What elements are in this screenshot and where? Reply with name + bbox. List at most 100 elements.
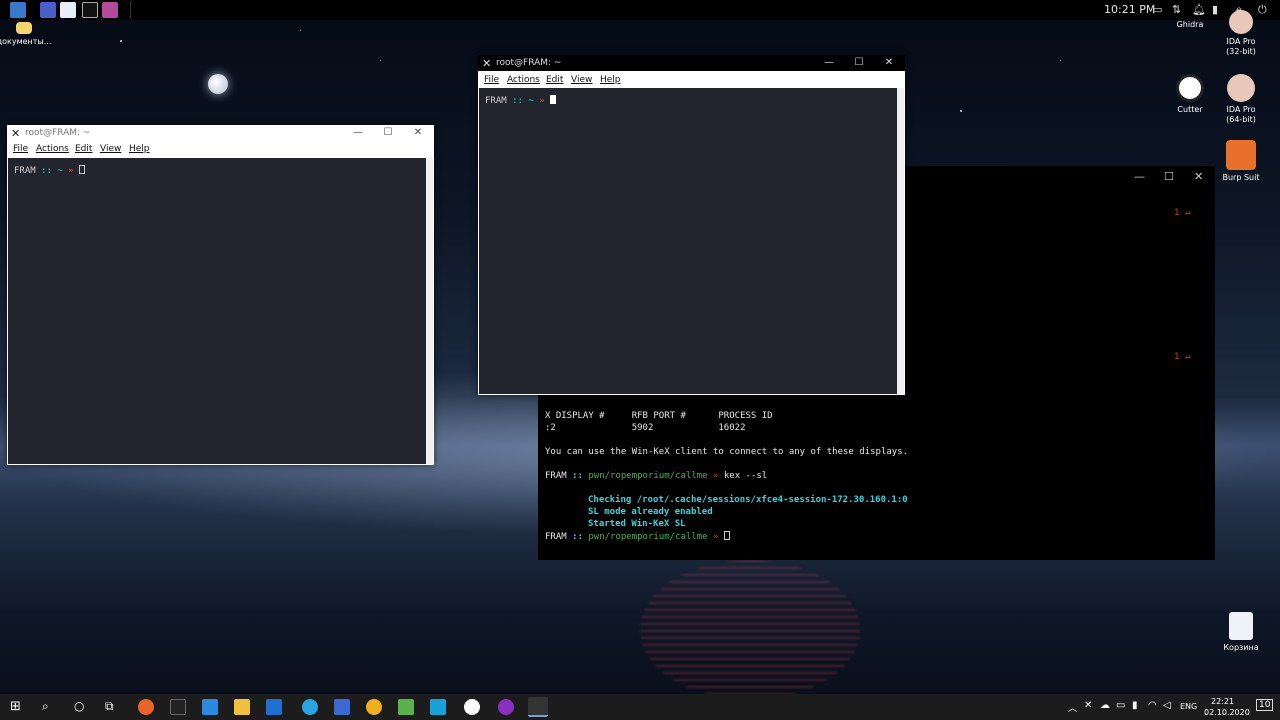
taskbar-clock[interactable]: 22:21 xyxy=(1211,697,1234,706)
x-app-icon: ✕ xyxy=(482,57,492,70)
notification-center-button[interactable]: 10 xyxy=(1256,699,1274,711)
menu-file[interactable]: File xyxy=(484,75,499,85)
terminal-icon[interactable] xyxy=(82,2,98,18)
menu-edit[interactable]: Edit xyxy=(546,75,563,85)
wifi-icon[interactable]: ◠ xyxy=(1148,700,1157,711)
prompt-host: FRAM xyxy=(14,166,36,176)
save-icon[interactable] xyxy=(334,699,350,715)
terminal-area[interactable]: FRAM :: ~ » xyxy=(8,158,426,464)
app-icon[interactable] xyxy=(430,699,446,715)
task-view-icon[interactable]: ⧉ xyxy=(105,699,114,714)
menu-help[interactable]: Help xyxy=(600,75,621,85)
browser-icon[interactable] xyxy=(102,2,118,18)
star xyxy=(300,30,301,31)
burp-desktop-icon[interactable]: Burp Suit xyxy=(1211,140,1271,183)
x-tray-icon[interactable]: ✕ xyxy=(1084,700,1092,711)
menu-actions[interactable]: Actions xyxy=(36,144,69,154)
star xyxy=(1060,60,1061,61)
prompt-arrow: » xyxy=(713,532,719,542)
menu-help[interactable]: Help xyxy=(129,144,150,154)
star xyxy=(380,60,381,61)
prompt-line: FRAM :: ~ » xyxy=(485,95,557,106)
minimize-button[interactable]: — xyxy=(351,126,365,140)
cutter-icon xyxy=(1176,74,1204,102)
app-icon[interactable] xyxy=(366,699,382,715)
file-explorer-icon[interactable] xyxy=(234,699,250,715)
menu-view[interactable]: View xyxy=(571,75,592,85)
menu-bar: File Actions Edit View Help xyxy=(478,72,905,88)
maximize-button[interactable]: ☐ xyxy=(852,56,866,70)
battery-icon[interactable]: ▮ xyxy=(1132,700,1138,711)
menu-edit[interactable]: Edit xyxy=(75,144,92,154)
menu-actions[interactable]: Actions xyxy=(507,75,540,85)
desktop-icon-label: (32-bit) xyxy=(1226,47,1256,56)
prompt-arrow: » xyxy=(68,166,74,176)
tor-icon[interactable] xyxy=(498,699,514,715)
cursor xyxy=(550,95,557,104)
chevron-up-icon[interactable]: ︿ xyxy=(1068,701,1077,714)
prompt-dir: pwn/ropemporium/callme xyxy=(588,471,708,481)
prompt-separator: :: xyxy=(572,471,583,481)
prompt-line[interactable]: FRAM :: pwn/ropemporium/callme » xyxy=(545,531,730,542)
recycle-bin-desktop-icon[interactable]: Корзина xyxy=(1211,612,1271,653)
cortana-icon[interactable]: ○ xyxy=(74,699,84,713)
workspace-icon[interactable] xyxy=(40,2,56,18)
scrollbar[interactable] xyxy=(897,88,904,394)
windows-start-icon[interactable]: ⊞ xyxy=(10,699,21,714)
menu-file[interactable]: File xyxy=(13,144,28,154)
minimize-button[interactable]: — xyxy=(822,56,836,70)
desktop-icon-label: Burp Suit xyxy=(1222,173,1260,182)
maximize-button[interactable]: ☐ xyxy=(381,126,395,140)
yandex-icon[interactable] xyxy=(464,699,480,715)
close-button[interactable]: ✕ xyxy=(882,56,896,70)
water-reflection xyxy=(640,560,860,700)
title-bar[interactable]: ✕ root@FRAM: ~ — ☐ ✕ xyxy=(7,125,434,141)
command-text: kex --sl xyxy=(723,471,768,481)
menu-view[interactable]: View xyxy=(100,144,121,154)
prompt-host: FRAM xyxy=(545,471,567,481)
search-icon[interactable]: ⌕ xyxy=(42,699,49,714)
ida64-desktop-icon[interactable]: IDA Pro (64-bit) xyxy=(1211,74,1271,125)
cloud-icon[interactable]: ☁ xyxy=(1100,700,1110,711)
close-button[interactable]: ✕ xyxy=(411,126,425,140)
screen-icon[interactable]: ▭ xyxy=(1152,3,1162,16)
output-line: Checking /root/.cache/sessions/xfce4-ses… xyxy=(588,495,908,505)
desktop-icon-label: документы... xyxy=(0,37,52,46)
files-icon[interactable] xyxy=(60,2,76,18)
table-row: :2 5902 16022 xyxy=(545,423,746,433)
minimize-button[interactable]: — xyxy=(1134,170,1145,183)
firefox-icon[interactable] xyxy=(138,699,154,715)
notepad-icon[interactable] xyxy=(398,699,414,715)
volume-icon[interactable]: ◁ xyxy=(1163,700,1171,711)
prompt-host: FRAM xyxy=(485,96,507,106)
title-bar[interactable]: ✕ root@FRAM: ~ — ☐ ✕ xyxy=(478,55,905,71)
kali-menu-icon[interactable] xyxy=(10,2,26,18)
task-button[interactable] xyxy=(130,0,165,20)
prompt-separator: :: xyxy=(41,166,52,176)
maximize-button[interactable]: ☐ xyxy=(1164,170,1174,183)
terminal-window-center[interactable]: ✕ root@FRAM: ~ — ☐ ✕ File Actions Edit V… xyxy=(478,55,905,395)
display-icon[interactable]: ▭ xyxy=(1116,700,1125,711)
terminal-icon[interactable] xyxy=(170,699,186,715)
documents-desktop-icon[interactable]: документы... xyxy=(0,22,54,47)
terminal-area[interactable]: FRAM :: ~ » xyxy=(479,88,897,394)
close-button[interactable]: ✕ xyxy=(1194,170,1203,183)
desktop-icon-label: IDA Pro xyxy=(1226,105,1256,114)
star xyxy=(120,40,122,42)
terminal-window-left[interactable]: ✕ root@FRAM: ~ — ☐ ✕ File Actions Edit V… xyxy=(7,125,434,465)
cursor xyxy=(79,165,86,174)
vscode-icon[interactable] xyxy=(202,699,218,715)
taskbar-date[interactable]: 02.10.2020 xyxy=(1204,708,1250,717)
prompt-host: FRAM xyxy=(545,532,567,542)
scrollbar[interactable] xyxy=(426,158,433,464)
network-icon[interactable]: ⇅ xyxy=(1172,3,1181,16)
prompt-dir: pwn/ropemporium/callme xyxy=(588,532,708,542)
mail-icon[interactable] xyxy=(266,699,282,715)
prompt-dir: ~ xyxy=(57,166,63,176)
telegram-icon[interactable] xyxy=(302,699,318,715)
bell-icon[interactable]: 🔔︎ xyxy=(1192,3,1206,16)
folder-icon xyxy=(16,22,32,34)
language-indicator[interactable]: ENG xyxy=(1180,702,1197,711)
x-server-icon[interactable] xyxy=(528,697,548,717)
ida32-desktop-icon[interactable]: IDA Pro (32-bit) xyxy=(1211,10,1271,57)
